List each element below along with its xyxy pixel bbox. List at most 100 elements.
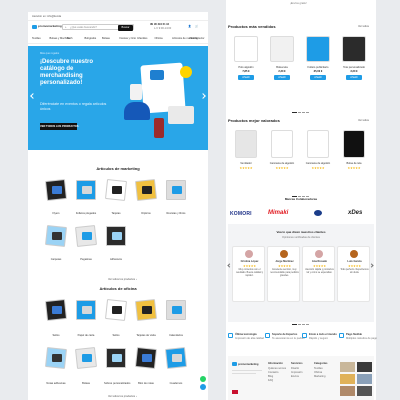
marketing-item-image-detail [112,232,122,240]
rated-product-card[interactable]: Camiseta de algodón ★★★★★ [266,128,298,178]
add-to-cart-button[interactable]: Añadir [310,75,326,80]
product-card[interactable]: Folleto publicitario 35,00 € Añadir [302,34,334,94]
product-card[interactable]: Bolsa tela 2,30 € Añadir [266,34,298,94]
brands-row: KOMORI Mimaki xDes [230,209,374,219]
nav-item[interactable]: Oficina [155,37,163,40]
footer-link[interactable]: Marketing [314,375,325,378]
footer-link[interactable]: Envíos [291,375,299,378]
marketing-item[interactable]: Dípticos [134,178,158,220]
chat-icon[interactable] [200,384,206,390]
marketing-see-all[interactable]: Ver todos los productos › [108,278,137,281]
box-illustration [168,106,194,124]
footer-link[interactable]: Impresión [291,371,302,374]
bestsellers-carousel-dots[interactable] [292,100,310,118]
footer-link[interactable]: Oficina [314,371,322,374]
bestsellers-title: Productos más vendidos [228,24,276,29]
add-to-cart-button[interactable]: Añadir [274,75,290,80]
homepage-left: Atención en: info@tienda promomarketing … [28,12,208,400]
nav-item[interactable]: Textiles [32,37,41,40]
hero-next-arrow[interactable] [200,93,206,99]
reviews-next-arrow[interactable] [369,263,374,268]
search-input[interactable]: ⌕ ¿Qué estás buscando? Buscar [62,24,134,31]
office-section-title: Artículos de oficina [99,286,137,291]
avatar [315,250,323,258]
rated-product-card[interactable]: Ventilador ★★★★★ [230,128,262,178]
hero-cta-button[interactable]: VER TODOS LOS PRODUCTOS [40,123,79,130]
office-item-label: Papel de carta [77,334,95,337]
whatsapp-icon[interactable] [200,376,206,382]
marketing-item[interactable]: Carpetas [44,224,68,266]
feature-title: Pago flexible [346,333,362,336]
footer-link[interactable]: Textiles [314,367,323,370]
reviews-subtitle: Opiniones verificadas de clientes [282,236,320,239]
nav-item[interactable]: Infantiles [137,37,147,40]
office-see-all[interactable]: Ver todos los productos › [108,395,137,398]
office-item[interactable]: Calendarios [164,298,188,342]
product-price: 35,00 € [313,70,323,73]
reviews-prev-arrow[interactable] [227,263,232,268]
avatar [280,250,288,258]
marketing-item[interactable]: Adhesivos [104,224,128,266]
nav-item[interactable]: Ocio Exterior [190,37,205,40]
user-icon[interactable]: 👤 [188,25,191,28]
office-item[interactable]: Bolsas [74,346,98,390]
nav-item[interactable]: Bolígrafos [85,37,97,40]
product-card[interactable]: Polo algodón 7,85 € Añadir [230,34,262,94]
feature-item: Envío a todo el mundo Rápido y seguro [302,332,338,350]
product-name: Bolsa tela [276,66,288,69]
office-item[interactable]: Sellos [104,298,128,342]
top-note: ¡Envíos gratis! [290,2,307,5]
office-item[interactable]: Notas adhesivas [44,346,68,390]
product-image [234,36,258,62]
marketing-item[interactable]: Revistas y libros [164,178,188,220]
office-item-image-detail [172,306,182,314]
marketing-item[interactable]: Folletos plegados [74,178,98,220]
brand-mimaki: Mimaki [268,210,289,216]
phone-number: 96 394 61 94 [153,23,170,26]
footer-link[interactable]: Contacto [268,371,278,374]
bestsellers-see-all[interactable]: Ver todos [358,25,369,28]
marketing-see-all-label: Ver todos los productos [108,278,136,281]
office-item[interactable]: Cuadernos [164,346,188,390]
rated-see-all[interactable]: Ver todos [358,119,369,122]
product-card[interactable]: Tote personalizado 3,20 € Añadir [338,34,370,94]
contact-phone: ☎ 96 394 61 94 [150,23,169,26]
hero-subtitle: Diferénciate en eventos o regala artícul… [40,102,107,111]
office-item[interactable]: Bloc de notas [134,346,158,390]
footer-column-title: Servicios [291,362,303,365]
footer-link[interactable]: Blog [268,375,273,378]
features-row: Última tecnología Impresión de alta calid… [228,330,377,352]
feature-text: Te asesoramos en tu pedido [272,337,305,340]
footer-link[interactable]: Diseño [291,367,299,370]
feature-item: Última tecnología Impresión de alta calid… [228,332,264,350]
footer-link[interactable]: FAQ [268,379,273,382]
add-to-cart-button[interactable]: Añadir [238,75,254,80]
nav-item[interactable]: Bolsas [102,37,110,40]
marketing-item[interactable]: Tarjetas [104,178,128,220]
office-item[interactable]: Tarjetas de visita [134,298,158,342]
review-card: Cristina López ★★★★★ Muy contentos con el … [232,246,265,302]
feature-text: Impresión de alta calidad [235,337,264,340]
footer-link[interactable]: Quiénes somos [268,367,286,370]
review-text: Excelente servicio, muy recomendable par… [270,269,299,277]
marketing-item[interactable]: Flyers [44,178,68,220]
rated-product-name: Bolsa de tela [346,162,362,165]
marketing-item[interactable]: Pegatinas [74,224,98,266]
rated-product-card[interactable]: Bolsa de tela ★★★★★ [338,128,370,178]
nav-item[interactable]: Tech [67,37,72,40]
rated-product-image [343,130,365,158]
logo[interactable]: promomarketing [32,24,62,30]
add-to-cart-button[interactable]: Añadir [346,75,362,80]
search-button[interactable]: Buscar [118,25,133,31]
reviews-carousel-dots[interactable] [292,312,310,330]
office-item[interactable]: Sellos [44,298,68,342]
nav-item[interactable]: Fiestas y Ocio [120,37,136,40]
reviewer-name: Cristina López [240,260,259,263]
rating-stars: ★★★★★ [312,264,327,268]
hero-prev-arrow[interactable] [30,93,36,99]
office-item[interactable]: Sobres personalizados [104,346,130,390]
office-item-label: Bolsas [82,382,90,385]
cart-icon[interactable]: 🛒 [195,25,198,28]
rated-product-card[interactable]: Camiseta de algodón ★★★★★ [302,128,334,178]
office-item[interactable]: Papel de carta [74,298,98,342]
